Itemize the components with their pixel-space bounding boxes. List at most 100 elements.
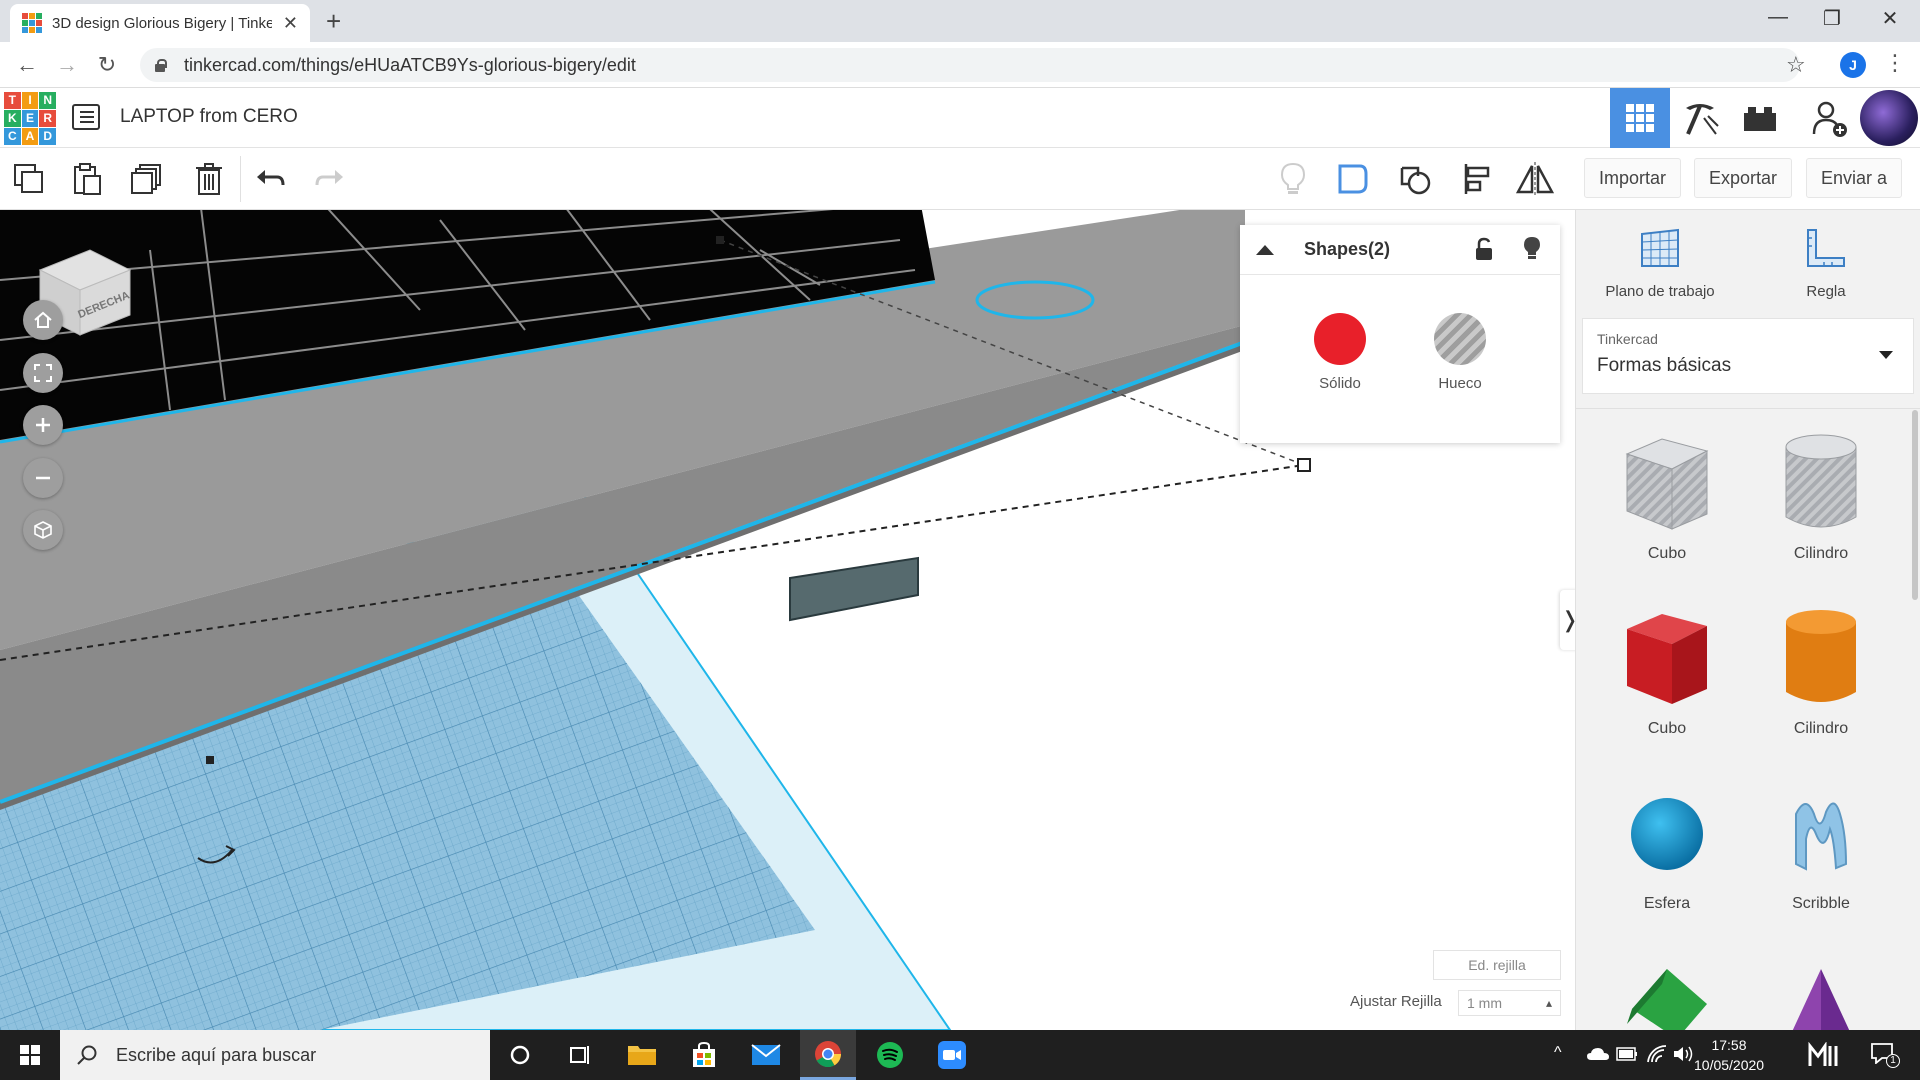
maximize-button[interactable]: ❐	[1812, 6, 1852, 31]
bricks-button[interactable]	[1730, 88, 1790, 148]
close-window-button[interactable]: ✕	[1870, 6, 1910, 31]
hole-swatch	[1434, 313, 1486, 365]
browser-tab[interactable]: 3D design Glorious Bigery | Tinkercad ✕	[10, 4, 310, 42]
project-title[interactable]: LAPTOP from CERO	[120, 106, 298, 128]
shape-grid: Cubo Cilindro Cubo Cilindro Esfera Scrib…	[1576, 408, 1920, 1030]
shape-box[interactable]: Cubo	[1592, 604, 1742, 738]
shape-roof[interactable]	[1592, 964, 1742, 1030]
ruler-tool[interactable]: Regla	[1746, 226, 1906, 300]
blocks-button[interactable]	[1670, 88, 1730, 148]
logo-letter: I	[21, 92, 39, 109]
solid-option[interactable]: Sólido	[1290, 313, 1390, 392]
taskbar-search-box[interactable]: Escribe aquí para buscar	[60, 1030, 490, 1080]
export-button[interactable]: Exportar	[1694, 158, 1793, 198]
import-button[interactable]: Importar	[1584, 158, 1682, 198]
perspective-button[interactable]	[23, 510, 63, 550]
app-tray-icon[interactable]	[1808, 1042, 1842, 1068]
roof-icon	[1627, 969, 1707, 1030]
workplane-tool[interactable]: Plano de trabajo	[1580, 226, 1740, 300]
cube-icon	[34, 521, 52, 539]
plus-icon	[36, 418, 50, 432]
reload-icon[interactable]: ↻	[92, 52, 122, 78]
invite-user-button[interactable]	[1800, 88, 1860, 148]
browser-menu-icon[interactable]: ⋮	[1884, 50, 1906, 76]
shape-button[interactable]	[1332, 158, 1374, 200]
shape-pyramid[interactable]	[1746, 964, 1896, 1030]
show-hidden-icons-icon[interactable]: ^	[1554, 1044, 1562, 1062]
notification-count: 1	[1886, 1054, 1900, 1068]
3d-view-button[interactable]	[1610, 88, 1670, 148]
send-to-button[interactable]: Enviar a	[1806, 158, 1903, 198]
shape-hole-cylinder[interactable]: Cilindro	[1746, 429, 1896, 563]
shape-hole-box[interactable]: Cubo	[1592, 429, 1742, 563]
mirror-button[interactable]	[1514, 158, 1556, 200]
shape-library-select[interactable]: Tinkercad Formas básicas	[1582, 318, 1914, 394]
profile-avatar[interactable]: J	[1840, 52, 1866, 78]
align-button[interactable]	[1456, 158, 1498, 200]
tab-close-icon[interactable]: ✕	[283, 13, 298, 34]
mail-button[interactable]	[738, 1030, 794, 1080]
store-icon	[693, 1041, 715, 1067]
grid-icon	[1626, 104, 1654, 132]
url-field[interactable]: tinkercad.com/things/eHUaATCB9Ys-gloriou…	[140, 48, 1800, 82]
panel-scrollbar[interactable]	[1912, 410, 1918, 600]
zoom-out-button[interactable]	[23, 458, 63, 498]
hole-option[interactable]: Hueco	[1410, 313, 1510, 392]
logo-letter: A	[21, 128, 39, 145]
inspector-header: Shapes(2)	[1240, 225, 1560, 275]
shape-cylinder[interactable]: Cilindro	[1746, 604, 1896, 738]
snap-grid-value: 1 mm	[1467, 995, 1502, 1011]
back-arrow-icon[interactable]: ←	[12, 52, 42, 78]
user-avatar[interactable]	[1860, 90, 1918, 146]
snap-grid-select[interactable]: 1 mm	[1458, 990, 1561, 1016]
toolbar-divider	[240, 156, 241, 202]
shape-scribble[interactable]: Scribble	[1746, 779, 1896, 913]
notification-center-button[interactable]: 1	[1870, 1042, 1900, 1068]
undo-button[interactable]	[250, 158, 292, 200]
design-list-icon[interactable]	[72, 104, 100, 130]
edit-grid-button[interactable]: Ed. rejilla	[1433, 950, 1561, 980]
chrome-button[interactable]	[800, 1030, 856, 1080]
panel-toggle-button[interactable]: ❭	[1560, 590, 1575, 650]
bookmark-star-icon[interactable]: ☆	[1786, 52, 1806, 78]
group-button[interactable]	[1394, 158, 1436, 200]
store-button[interactable]	[676, 1030, 732, 1080]
home-view-button[interactable]	[23, 300, 63, 340]
copy-button[interactable]	[8, 158, 50, 200]
lightbulb-icon[interactable]	[1522, 235, 1542, 261]
notes-button[interactable]	[1272, 158, 1314, 200]
tinkercad-logo[interactable]: T I N K E R C A D	[4, 92, 56, 145]
fit-view-button[interactable]	[23, 353, 63, 393]
zoom-in-button[interactable]	[23, 405, 63, 445]
3d-workplane[interactable]: DERECHA Shapes(2) Sólido Hueco Ed. rejil…	[0, 210, 1575, 1030]
new-tab-button[interactable]: +	[326, 6, 341, 37]
minimize-button[interactable]: —	[1758, 6, 1798, 29]
logo-letter: D	[39, 128, 56, 145]
paste-button[interactable]	[66, 158, 108, 200]
windows-start-icon[interactable]	[10, 1040, 50, 1070]
wifi-icon[interactable]	[1646, 1044, 1668, 1064]
battery-icon[interactable]	[1616, 1047, 1638, 1061]
duplicate-icon	[131, 164, 161, 194]
task-view-button[interactable]	[552, 1030, 608, 1080]
lock-icon[interactable]	[1474, 237, 1494, 261]
align-icon	[1464, 164, 1490, 194]
delete-button[interactable]	[188, 158, 230, 200]
onedrive-icon[interactable]	[1586, 1046, 1610, 1062]
library-name: Formas básicas	[1597, 355, 1732, 376]
cortana-button[interactable]	[492, 1030, 548, 1080]
volume-icon[interactable]	[1672, 1044, 1694, 1064]
workplane-icon	[1641, 228, 1679, 267]
spotify-button[interactable]	[862, 1030, 918, 1080]
redo-button[interactable]	[308, 158, 350, 200]
shape-sphere[interactable]: Esfera	[1592, 779, 1742, 913]
zoom-button[interactable]	[924, 1030, 980, 1080]
forward-arrow-icon[interactable]: →	[52, 52, 82, 78]
shape-label: Cubo	[1647, 545, 1687, 562]
duplicate-button[interactable]	[126, 158, 168, 200]
collapse-arrow-icon[interactable]	[1254, 241, 1276, 257]
system-clock[interactable]: 17:58 10/05/2020	[1694, 1035, 1764, 1075]
ruler-icon	[1807, 229, 1845, 267]
hole-label: Hueco	[1438, 375, 1482, 392]
file-explorer-button[interactable]	[614, 1030, 670, 1080]
